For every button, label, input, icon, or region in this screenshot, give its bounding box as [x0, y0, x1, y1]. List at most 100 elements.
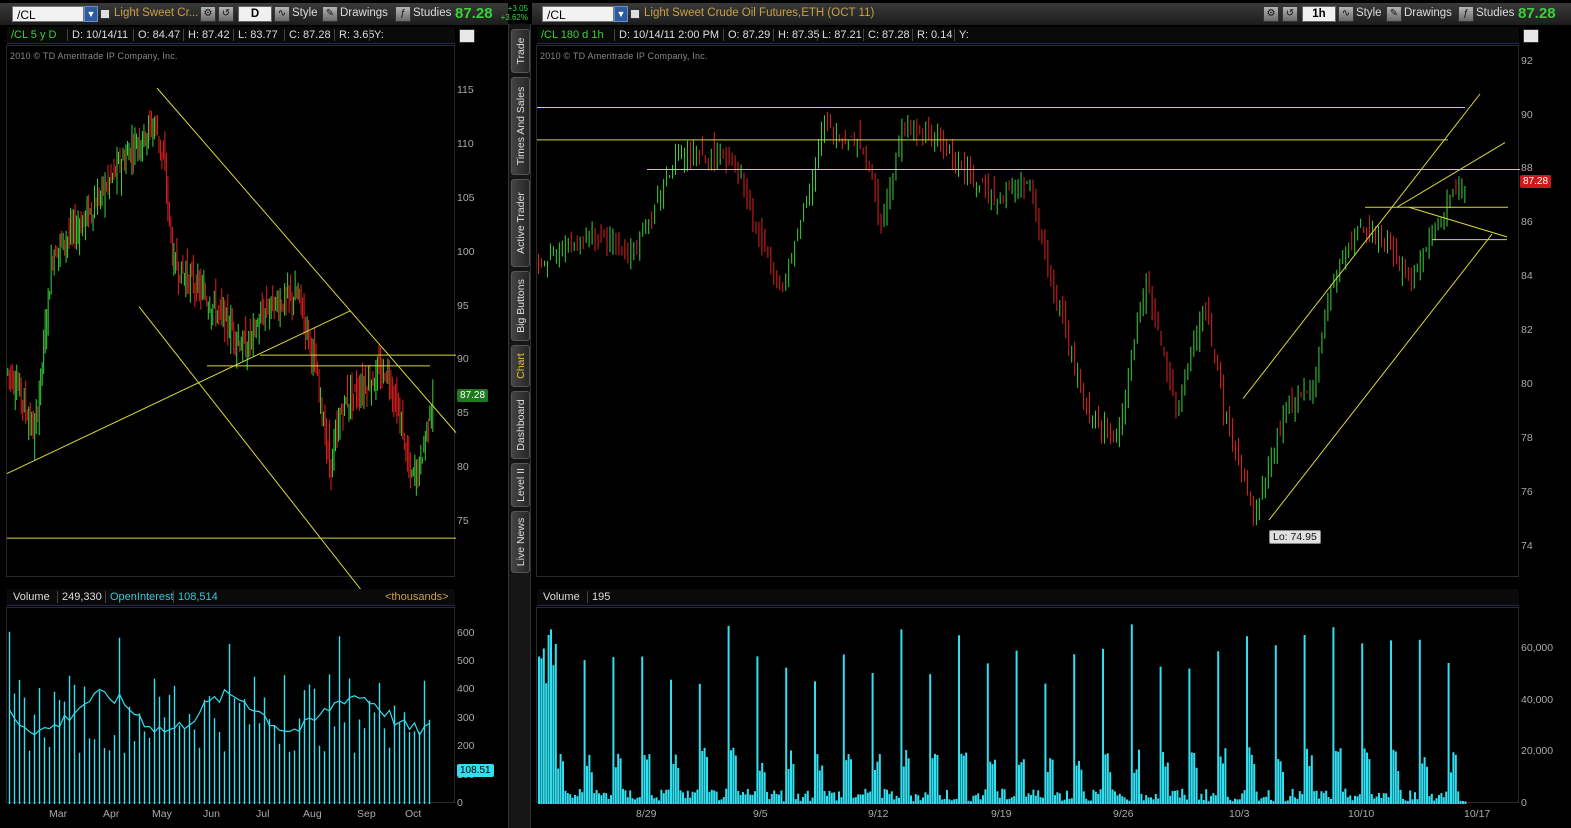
tab-trade[interactable]: Trade [511, 29, 530, 73]
tab-label: Level II [514, 468, 527, 502]
left-link-icon[interactable] [100, 9, 110, 19]
right-symbol-dropdown-icon[interactable]: ▼ [614, 6, 628, 22]
tab-level-ii[interactable]: Level II [511, 463, 530, 507]
left-info-close: C: 87.28 [284, 29, 331, 41]
left-expand-icon[interactable] [459, 29, 475, 43]
left-studies-icon[interactable]: ƒ [395, 6, 411, 22]
right-trendline [1408, 206, 1508, 238]
left-price-axis-tick: 110 [457, 138, 474, 151]
tab-label: Chart [514, 353, 527, 379]
left-volume-units: <thousands> [385, 591, 449, 603]
right-link-icon[interactable] [630, 9, 640, 19]
right-date-tick: 9/19 [991, 808, 1012, 820]
right-trendline [1396, 142, 1506, 208]
left-change: +3.05 +3.62% [496, 4, 528, 22]
left-info-y: Y: [369, 29, 384, 41]
right-drawings-button[interactable]: Drawings [1404, 7, 1452, 19]
right-volume-label: Volume [543, 591, 580, 603]
left-volume-axis-tick: 500 [457, 654, 475, 667]
tab-active-trader[interactable]: Active Trader [511, 179, 530, 267]
left-price-axis: 115 110 105 100 95 90 85 80 75 [455, 45, 505, 577]
left-style-icon[interactable]: ∿ [274, 6, 290, 22]
left-volume-axis-tick: 0 [457, 797, 463, 809]
right-symbol-input[interactable]: /CL [542, 6, 614, 22]
right-last-price: 87.28 [1518, 5, 1556, 22]
side-tab-rail: Trade Times And Sales Active Trader Big But… [508, 24, 531, 828]
right-style-icon[interactable]: ∿ [1338, 6, 1354, 22]
right-toolbar: /CL ▼ Light Sweet Crude Oil Futures,ETH … [532, 3, 1571, 25]
left-symbol-dropdown-icon[interactable]: ▼ [84, 6, 98, 22]
left-style-button[interactable]: Style [292, 7, 318, 19]
right-info-y: Y: [954, 29, 969, 41]
left-chart-label: /CL 5 y D [11, 29, 57, 41]
left-history-icon[interactable]: ↺ [218, 6, 234, 22]
right-drawings-icon[interactable]: ✎ [1386, 6, 1402, 22]
right-studies-icon[interactable]: ƒ [1458, 6, 1474, 22]
right-price-axis-tick: 74 [1521, 539, 1533, 552]
left-oi-label: OpenInterest [105, 591, 174, 603]
right-date-tick: 9/26 [1113, 808, 1134, 820]
tab-big-buttons[interactable]: Big Buttons [511, 271, 530, 341]
tab-label: Dashboard [514, 399, 527, 451]
left-studies-button[interactable]: Studies [413, 7, 451, 19]
tab-label: Times And Sales [514, 86, 527, 166]
right-volume-axis: 60,000 40,000 20,000 0 [1519, 607, 1569, 809]
right-info-bar: /CL 180 d 1h D: 10/14/11 2:00 PM O: 87.2… [537, 27, 1519, 44]
left-volume-axis-tick: 200 [457, 740, 475, 753]
right-price-axis-tick: 82 [1521, 324, 1533, 337]
right-low-label: Lo: 74.95 [1269, 530, 1321, 544]
left-price-axis-tick: 95 [457, 299, 469, 312]
right-period-button[interactable]: 1h [1302, 6, 1336, 22]
right-chart-label: /CL 180 d 1h [541, 29, 604, 41]
left-volume-plot [6, 607, 455, 804]
right-time-axis: 8/29 9/5 9/12 9/19 9/26 10/3 10/10 10/17 [536, 808, 1519, 824]
left-drawings-icon[interactable]: ✎ [322, 6, 338, 22]
tab-chart[interactable]: Chart [511, 345, 530, 387]
right-price-axis-tick: 76 [1521, 486, 1533, 499]
right-trendline [1268, 233, 1493, 521]
right-date-tick: 9/12 [868, 808, 889, 820]
left-price-axis-tick: 85 [457, 407, 469, 420]
tab-live-news[interactable]: Live News [511, 511, 530, 573]
left-chart-panel: /CL ▼ Light Sweet Cr... ⚙ ↺ D ∿ Style ✎ … [0, 0, 528, 828]
left-time-axis: Mar Apr May Jun Jul Aug Sep Oct [6, 808, 455, 824]
right-price-axis-tick: 92 [1521, 54, 1533, 67]
left-last-price: 87.28 [455, 5, 493, 22]
right-price-axis-tick: 86 [1521, 216, 1533, 229]
left-info-low: L: 83.77 [233, 29, 278, 41]
left-month-tick: May [152, 808, 172, 820]
left-price-axis-tick: 80 [457, 461, 469, 474]
left-settings-icon[interactable]: ⚙ [200, 6, 216, 22]
left-price-axis-tick: 75 [457, 515, 469, 527]
right-info-low: L: 87.21 [817, 29, 862, 41]
right-history-icon[interactable]: ↺ [1282, 6, 1298, 22]
left-change-pct: +3.62% [500, 13, 528, 22]
left-volume-label: Volume [13, 591, 50, 603]
right-price-axis-tick: 90 [1521, 108, 1533, 121]
right-studies-button[interactable]: Studies [1476, 7, 1514, 19]
tab-dashboard[interactable]: Dashboard [511, 391, 530, 459]
left-volume-axis-tick: 400 [457, 683, 475, 696]
left-oi-marker: 108.51 [457, 764, 494, 777]
right-expand-icon[interactable] [1523, 29, 1539, 43]
right-info-close: C: 87.28 [863, 29, 910, 41]
left-trendline [6, 310, 351, 474]
right-date-tick: 10/17 [1464, 808, 1491, 820]
left-drawings-button[interactable]: Drawings [340, 7, 388, 19]
left-period-button[interactable]: D [238, 6, 272, 22]
tab-times-and-sales[interactable]: Times And Sales [511, 77, 530, 175]
right-description: Light Sweet Crude Oil Futures,ETH (OCT 1… [644, 7, 875, 19]
right-price-marker: 87.28 [1520, 175, 1552, 188]
left-price-plot [6, 45, 457, 598]
left-oi-value: 108,514 [173, 591, 218, 603]
left-month-tick: Jul [256, 808, 270, 820]
right-volume-axis-tick: 60,000 [1521, 642, 1554, 655]
left-volume-axis-tick: 300 [457, 711, 475, 724]
left-symbol-input[interactable]: /CL [12, 6, 84, 22]
tab-label: Big Buttons [514, 279, 527, 333]
right-settings-icon[interactable]: ⚙ [1263, 6, 1279, 22]
right-price-axis-tick: 88 [1521, 162, 1533, 175]
left-info-open: O: 84.47 [133, 29, 180, 41]
tab-label: Live News [514, 517, 527, 567]
right-style-button[interactable]: Style [1356, 7, 1382, 19]
